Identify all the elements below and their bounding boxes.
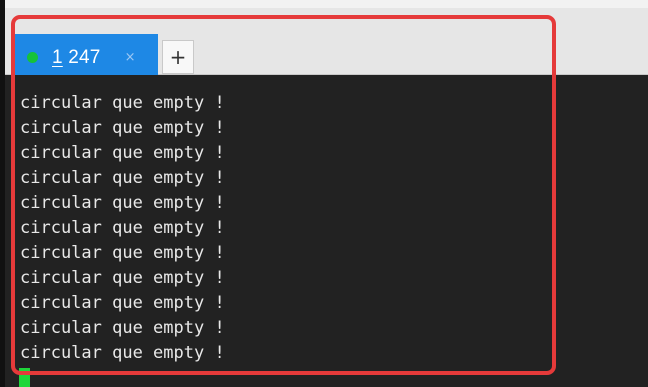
connection-status-icon (27, 52, 38, 63)
tab-bar: 1 247 × + (5, 8, 648, 81)
terminal-line: circular que empty ! (20, 268, 225, 288)
terminal-line: circular que empty ! (20, 143, 225, 163)
terminal-line: circular que empty ! (20, 218, 225, 238)
new-tab-button[interactable]: + (162, 40, 194, 74)
tab-title: 1 247 (52, 47, 101, 69)
terminal-lines: circular que empty ! circular que empty !… (20, 91, 225, 366)
tab-title-mnemonic: 1 (52, 46, 63, 68)
terminal-line: circular que empty ! (20, 93, 225, 113)
terminal-line: circular que empty ! (20, 343, 225, 363)
terminal-output[interactable]: circular que empty ! circular que empty !… (5, 75, 648, 387)
terminal-line: circular que empty ! (20, 193, 225, 213)
terminal-tab-active[interactable]: 1 247 × (15, 34, 158, 81)
terminal-line: circular que empty ! (20, 318, 225, 338)
terminal-line: circular que empty ! (20, 168, 225, 188)
terminal-cursor (19, 368, 30, 387)
terminal-line: circular que empty ! (20, 243, 225, 263)
tab-title-rest: 247 (62, 46, 101, 68)
close-tab-icon[interactable]: × (125, 50, 136, 65)
window-top-strip (0, 0, 648, 8)
terminal-line: circular que empty ! (20, 293, 225, 313)
terminal-line: circular que empty ! (20, 118, 225, 138)
